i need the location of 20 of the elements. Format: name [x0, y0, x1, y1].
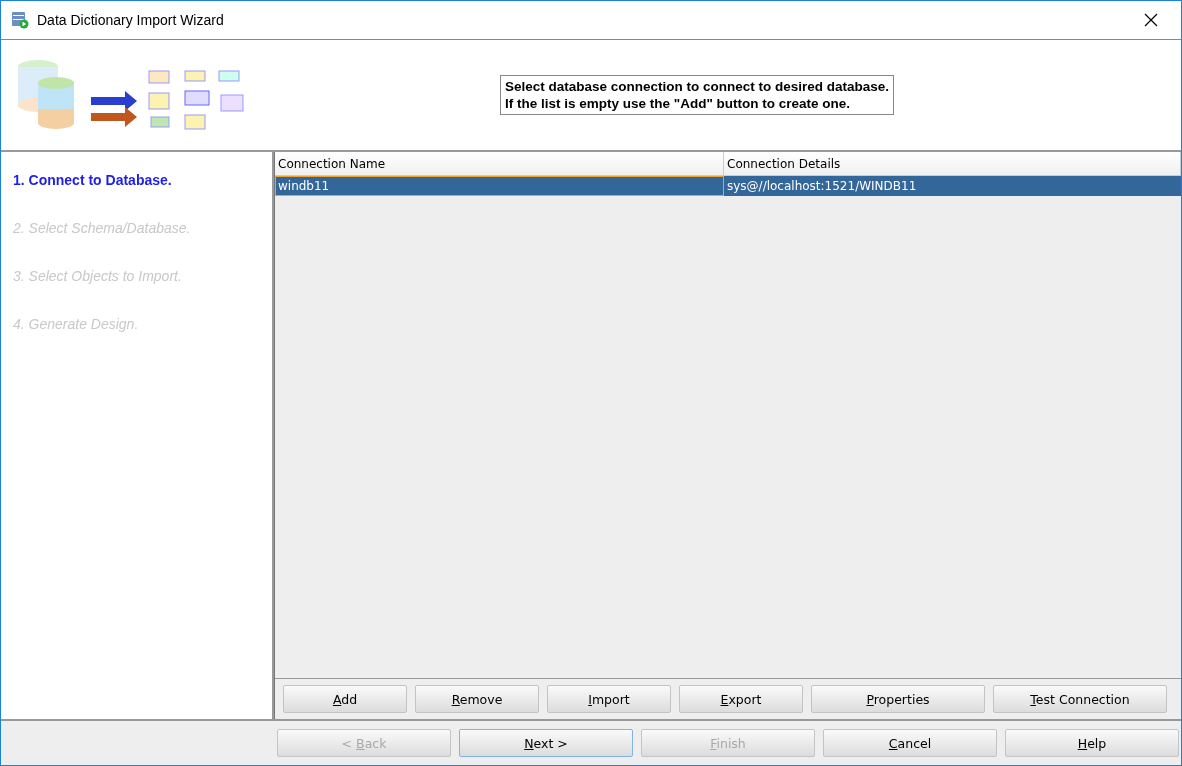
- column-header[interactable]: Connection Details: [724, 152, 1181, 175]
- table-action-button[interactable]: Export: [679, 685, 803, 713]
- table-cell-text: sys@//localhost:1521/WINDB11: [726, 178, 918, 195]
- table-action-button[interactable]: Remove: [415, 685, 539, 713]
- database-icon: [11, 11, 29, 29]
- wizard-nav-button[interactable]: Cancel: [823, 729, 997, 757]
- table-action-button[interactable]: Import: [547, 685, 671, 713]
- instruction-text: Select database connection to connect to desired database.: [505, 79, 890, 94]
- window-title: Data Dictionary Import Wizard: [37, 12, 225, 28]
- close-icon: [1144, 13, 1158, 27]
- wizard-nav-button[interactable]: Next >: [459, 729, 633, 757]
- table-row[interactable]: windb11 sys@//localhost:1521/WINDB11: [275, 176, 1181, 196]
- table-cell: windb11: [275, 176, 724, 196]
- table-action-button[interactable]: Properties: [811, 685, 985, 713]
- instruction-text: If the list is empty use the "Add" button to create one.: [505, 96, 852, 111]
- table-action-button[interactable]: Test Connection: [993, 685, 1167, 713]
- table-action-button[interactable]: Add: [283, 685, 407, 713]
- wizard-step: 1. Connect to Database.: [13, 172, 272, 188]
- wizard-nav-button[interactable]: Help: [1005, 729, 1179, 757]
- column-header[interactable]: Connection Name: [275, 152, 724, 175]
